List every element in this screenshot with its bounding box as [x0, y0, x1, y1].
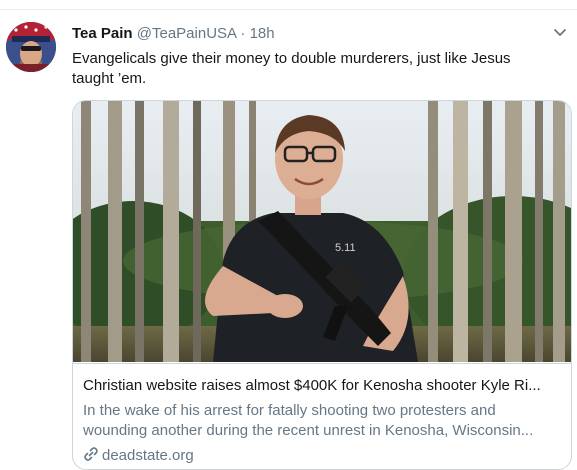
- tweet-header: Tea Pain @TeaPainUSA · 18h: [72, 25, 275, 45]
- card-title[interactable]: Christian website raises almost $400K fo…: [83, 376, 561, 396]
- avatar[interactable]: [6, 22, 56, 72]
- card-domain[interactable]: deadstate.org: [83, 446, 194, 466]
- display-name[interactable]: Tea Pain: [72, 25, 133, 42]
- link-icon: [83, 446, 99, 462]
- timestamp[interactable]: 18h: [250, 25, 275, 42]
- shirt-text: 5.11: [335, 242, 356, 254]
- card-description: In the wake of his arrest for fatally sh…: [83, 401, 561, 441]
- card-image[interactable]: 5.11: [73, 101, 571, 362]
- card-description-line: In the wake of his arrest for fatally sh…: [83, 402, 496, 419]
- card-body[interactable]: Christian website raises almost $400K fo…: [73, 363, 571, 464]
- card-domain-text[interactable]: deadstate.org: [102, 447, 194, 464]
- user-handle[interactable]: @TeaPainUSA: [137, 25, 236, 42]
- avatar-image: [6, 22, 56, 72]
- tweet-text: Evangelicals give their money to double …: [72, 49, 552, 89]
- chevron-down-icon[interactable]: [551, 26, 569, 40]
- tweet-text-line: Evangelicals give their money to double …: [72, 50, 511, 67]
- tweet-text-line: taught ’em.: [72, 70, 147, 87]
- timeline-divider: [0, 0, 577, 10]
- link-card[interactable]: 5.11 Christian website raises almost $40…: [72, 100, 572, 470]
- card-description-line: wounding another during the recent unres…: [83, 422, 534, 439]
- separator: ·: [240, 25, 246, 42]
- card-photo: 5.11: [73, 101, 571, 362]
